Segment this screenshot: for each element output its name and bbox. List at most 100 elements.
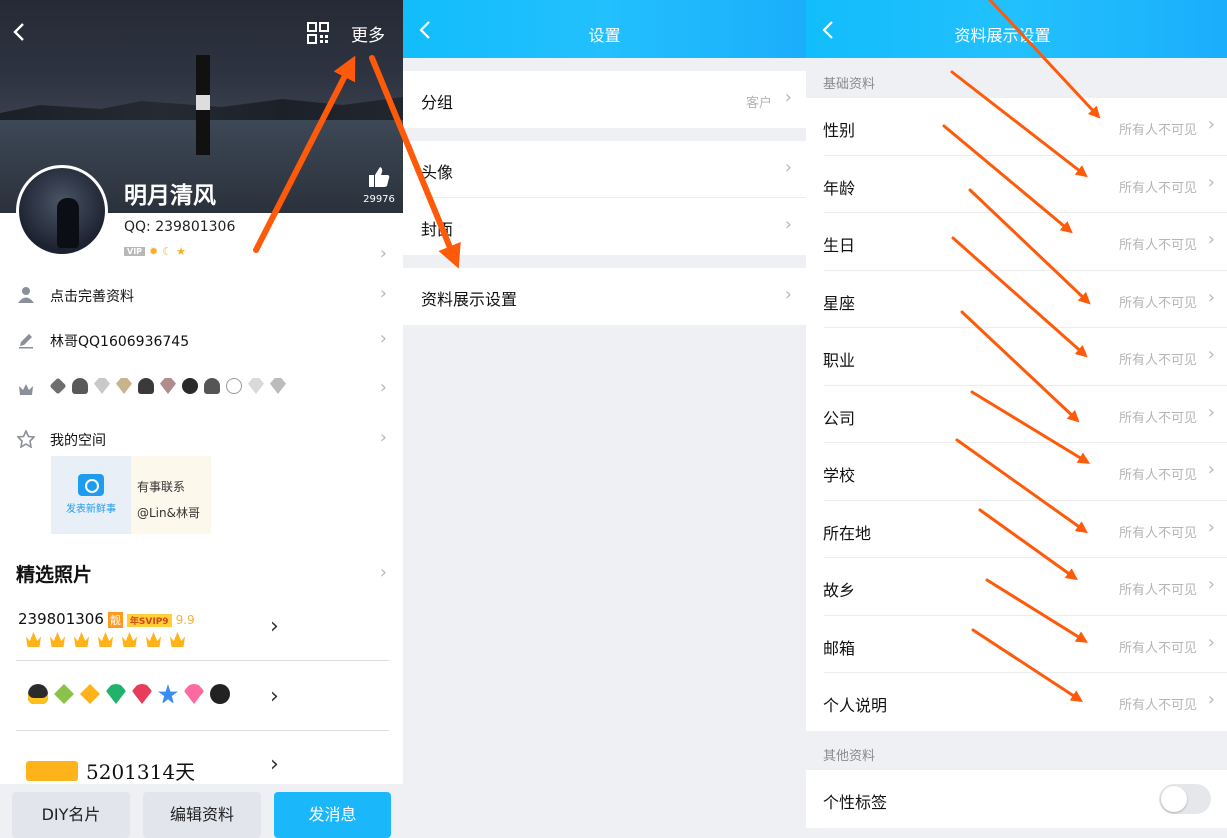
badge-list[interactable] [28,684,230,704]
vip-badges[interactable]: VIP ✹ ☾ ★ [124,245,186,258]
wing-badge-icon [26,760,78,781]
settings-header: 设置 [403,0,806,58]
row-label: 个性标签 [823,793,888,812]
back-arrow-icon[interactable] [8,20,32,44]
chevron-right-icon: › [1207,574,1215,595]
setting-row-birthday[interactable]: 生日 所有人不可见 › [806,213,1227,271]
crown-list [26,632,185,647]
row-label: 所在地 [823,523,872,543]
signature-row[interactable]: 林哥QQ1606936745 › [0,321,403,361]
days-value: 5201314天 [86,760,196,784]
setting-row-gender[interactable]: 性别 所有人不可见 › [806,98,1227,156]
row-label: 分组 [421,93,454,112]
row-label: 学校 [823,466,856,485]
qzone-text-line1: 有事联系 [137,480,186,494]
row-value: 所有人不可见 [1118,583,1197,598]
chevron-right-icon: › [379,328,387,349]
setting-row-school[interactable]: 学校 所有人不可见 › [806,443,1227,501]
vip-id-row[interactable]: 239801306 靓年SVIP9 9.9 [18,610,195,628]
penguin-badge-icon [28,684,48,704]
level-value: 9.9 [175,613,195,627]
row-value: 所有人不可见 [1118,410,1197,426]
row-value: 所有人不可见 [1118,238,1197,253]
row-label: 职业 [823,351,856,370]
setting-row-company[interactable]: 公司 所有人不可见 › [806,385,1227,443]
avatar[interactable] [16,165,108,257]
medal-icon [270,378,286,394]
qzone-row[interactable]: 我的空间 › [0,420,403,460]
chevron-right-icon: › [1207,344,1215,365]
vip-badge: VIP [124,247,146,256]
badge-icon [106,684,126,704]
bottom-action-bar: DIY名片 编辑资料 发消息 [0,784,403,838]
qq-number: QQ: 239801306 [124,219,236,235]
chevron-right-icon: › [379,377,387,398]
chevron-right-icon[interactable]: › [270,614,279,639]
setting-row-location[interactable]: 所在地 所有人不可见 › [806,500,1227,558]
badge-icon [80,684,100,704]
row-value: 客户 [745,96,772,111]
row-label: 公司 [823,408,856,428]
chevron-right-icon: › [784,214,792,235]
setting-row-occupation[interactable]: 职业 所有人不可见 › [806,328,1227,386]
send-message-button[interactable]: 发消息 [274,792,391,838]
svip-tag: 年SVIP9 [126,614,172,627]
medal-icon [204,378,220,394]
like-button[interactable]: 29976 [362,166,396,205]
medal-icon [160,378,176,394]
row-label: 封面 [421,220,454,239]
qzone-card[interactable]: 发表新鲜事 有事联系 @Lin&林哥 [51,456,211,534]
display-settings-row[interactable]: 资料展示设置 › [403,268,806,325]
settings-panel: 设置 分组 客户 › 头像 › 封面 › 资料展示设置 › [403,0,806,838]
divider [16,730,389,731]
liang-tag: 靓 [107,612,123,628]
row-label: 点击完善资料 [50,289,134,305]
setting-row-bio[interactable]: 个人说明 所有人不可见 › [806,673,1227,731]
badge-icon [184,684,204,704]
medal-row[interactable]: › [0,370,403,410]
crown-icon [122,632,137,647]
featured-photos-title[interactable]: 精选照片 [16,560,92,587]
chevron-right-icon: › [784,87,792,108]
camera-icon [78,474,104,496]
edit-profile-button[interactable]: 编辑资料 [143,792,261,838]
chevron-right-icon[interactable]: › [270,684,279,709]
tags-toggle[interactable] [1159,784,1211,814]
setting-row-hometown[interactable]: 故乡 所有人不可见 › [806,558,1227,616]
chevron-right-icon[interactable]: › [380,243,387,264]
diy-card-button[interactable]: DIY名片 [12,792,130,838]
group-row[interactable]: 分组 客户 › [403,71,806,128]
setting-row-email[interactable]: 邮箱 所有人不可见 › [806,615,1227,673]
qr-code-icon[interactable] [307,22,329,44]
profile-panel: 更多 明月清风 29976 QQ: 239801306 VIP ✹ ☾ ★ › … [0,0,403,838]
days-row[interactable]: 5201314天 [26,756,195,785]
section-header-basic: 基础资料 [823,77,876,92]
qzone-preview[interactable]: 有事联系 @Lin&林哥 [131,456,211,534]
medal-icon [116,378,132,394]
setting-row-tags[interactable]: 个性标签 [806,770,1227,828]
row-value: 所有人不可见 [1118,353,1197,368]
complete-profile-row[interactable]: 点击完善资料 › [0,276,403,316]
crown-icon [26,632,41,647]
star-icon [16,429,36,450]
row-value: 所有人不可见 [1118,468,1197,483]
chevron-right-icon: › [1207,171,1215,193]
chevron-right-icon[interactable]: › [270,752,279,777]
crown-icon [16,380,36,400]
setting-row-constellation[interactable]: 星座 所有人不可见 › [806,270,1227,328]
setting-row-age[interactable]: 年龄 所有人不可见 › [806,155,1227,213]
like-count: 29976 [363,194,395,205]
more-button[interactable]: 更多 [351,21,385,46]
row-value: 所有人不可见 [1118,525,1197,541]
post-new-button[interactable]: 发表新鲜事 [51,456,131,534]
avatar-row[interactable]: 头像 › [403,141,806,198]
chevron-right-icon: › [1207,631,1215,653]
medal-icon [49,377,67,395]
row-label: 生日 [823,236,856,255]
sun-icon: ✹ [149,245,159,258]
star-icon: ★ [176,245,186,258]
crown-icon [146,632,161,647]
cover-row[interactable]: 封面 › [403,198,806,255]
medal-icon [94,378,110,394]
chevron-right-icon[interactable]: › [380,562,387,583]
